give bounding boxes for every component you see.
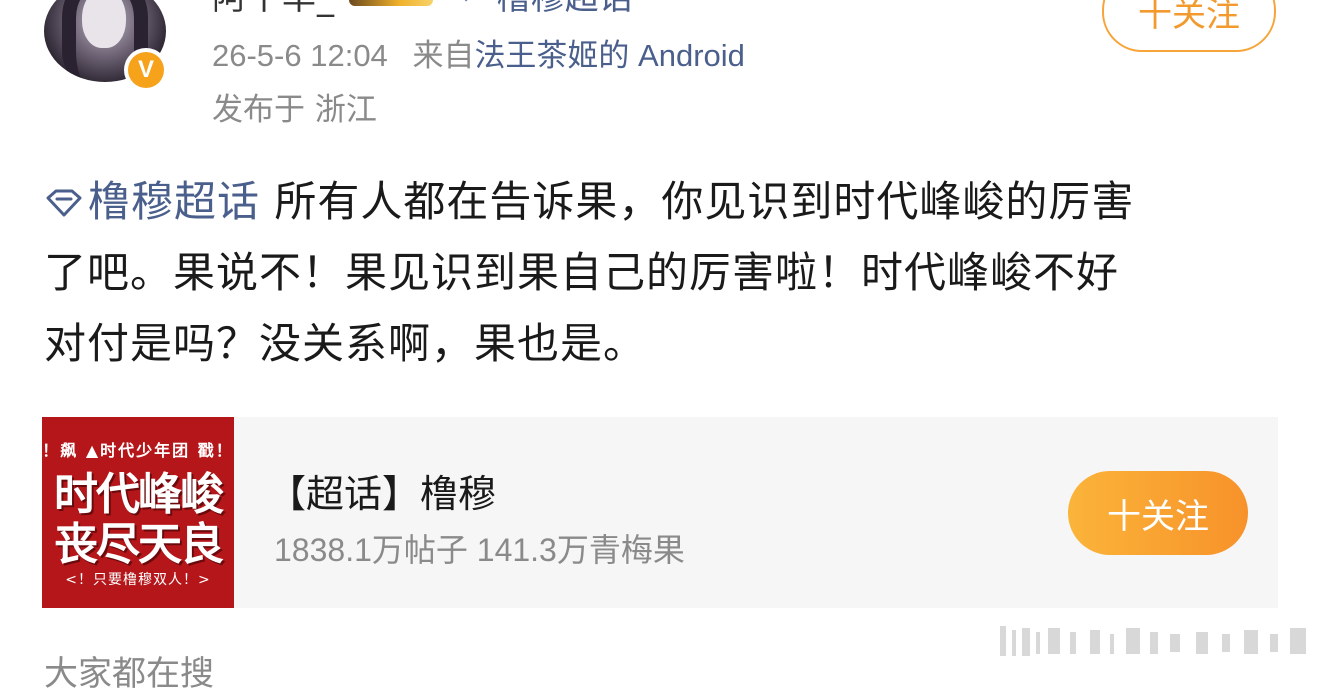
post-text-line1: 所有人都在告诉果，你见识到时代峰峻的厉害: [260, 177, 1135, 226]
supertopic-card[interactable]: ！飙 ▲时代少年团 戳！ 时代峰峻 丧尽天良 <！只要橹穆双人！> 【超话】橹穆…: [42, 417, 1278, 608]
supertopic-title[interactable]: 【超话】橹穆: [268, 463, 496, 518]
avatar-face: [82, 0, 126, 48]
supertopic-cover-image: ！飙 ▲时代少年团 戳！ 时代峰峻 丧尽天良 <！只要橹穆双人！>: [42, 417, 234, 608]
username[interactable]: 阿十率_: [212, 0, 335, 19]
follow-supertopic-button[interactable]: 十关注: [1068, 471, 1248, 555]
author-row: 阿十率_ ↗ 橹穆超话: [212, 0, 633, 18]
follow-user-button[interactable]: 十关注: [1102, 0, 1276, 52]
medal-icon: [349, 0, 433, 6]
cover-headline-1: 时代峰峻: [54, 469, 224, 520]
source-prefix: 来自: [412, 38, 475, 73]
post-text-line3: 对付是吗？没关系啊，果也是。: [44, 319, 647, 368]
supertopic-stats: 1838.1万帖子 141.3万青梅果: [274, 532, 685, 568]
post-meta: 26-5-6 12:04 来自法王茶姬的 Android: [212, 30, 745, 75]
topic-link[interactable]: 橹穆超话: [497, 0, 633, 19]
topic-arrow-icon: ↗: [461, 0, 483, 9]
post-text-line2: 了吧。果说不！果见识到果自己的厉害啦！时代峰峻不好: [44, 248, 1120, 297]
post-body: 橹穆超话 所有人都在告诉果，你见识到时代峰峻的厉害 了吧。果说不！果见识到果自己…: [44, 166, 1284, 379]
supertopic-tag-label[interactable]: 橹穆超话: [88, 177, 260, 226]
post-source[interactable]: 来自法王茶姬的 Android: [412, 38, 744, 73]
source-name[interactable]: 法王茶姬的 Android: [474, 38, 744, 73]
verified-badge-letter: V: [128, 52, 164, 88]
supertopic-tag[interactable]: 橹穆超话: [44, 177, 260, 226]
cover-bottom-text: <！只要橹穆双人！>: [65, 572, 211, 588]
trending-search-heading: 大家都在搜: [44, 654, 214, 694]
post-timestamp: 26-5-6 12:04: [212, 38, 388, 73]
verified-badge-icon: V: [124, 48, 168, 92]
supertopic-diamond-icon: [46, 189, 82, 217]
cover-top-text: ！飙 ▲时代少年团 戳！: [42, 441, 234, 460]
post-location: 发布于 浙江: [212, 92, 377, 128]
cover-headline-2: 丧尽天良: [54, 519, 224, 570]
watermark-icon: [1000, 626, 1306, 656]
